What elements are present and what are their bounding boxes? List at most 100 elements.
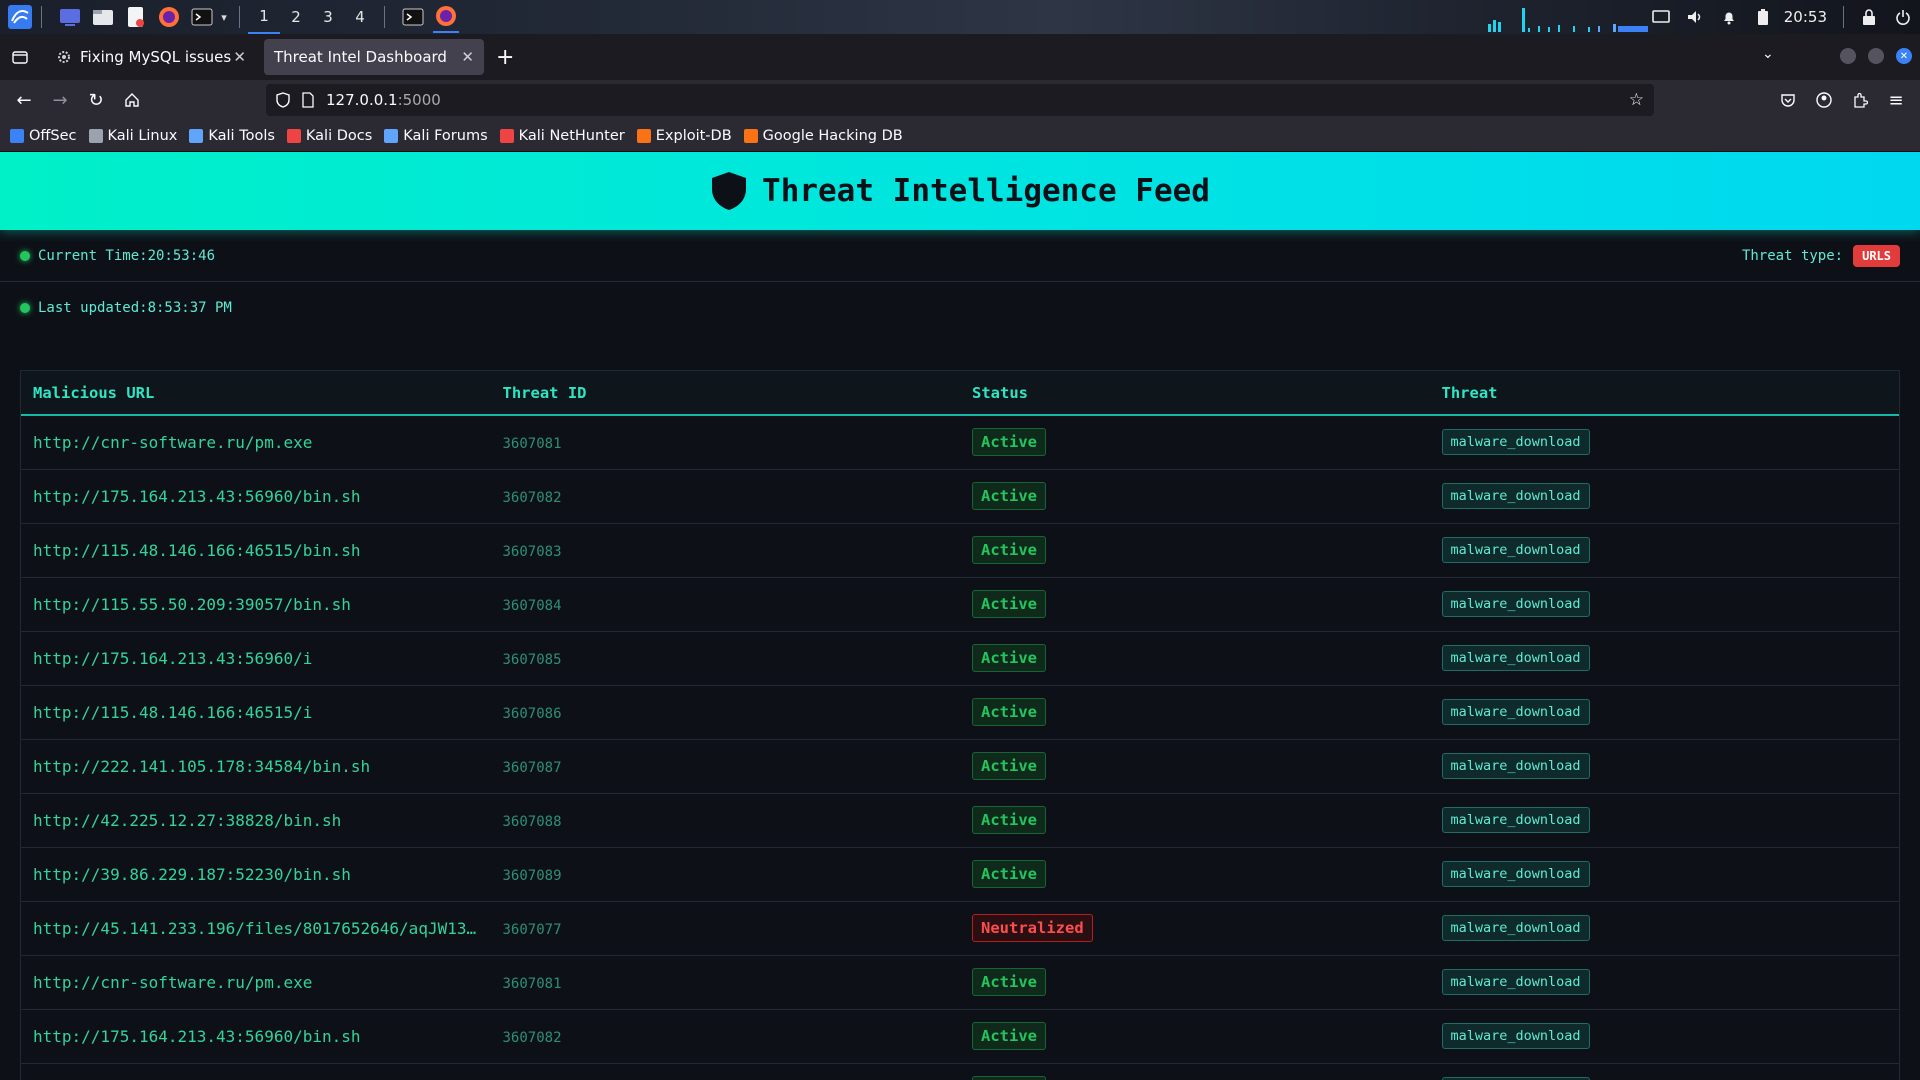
desktop-icon[interactable] [57, 4, 83, 30]
close-tab-icon[interactable]: ✕ [461, 48, 474, 66]
url-host: 127.0.0.1 [326, 91, 398, 109]
threat-id: 3607086 [502, 705, 562, 722]
pocket-icon[interactable] [1770, 84, 1806, 116]
threat-id: 3607081 [502, 975, 562, 992]
lock-icon[interactable] [1852, 0, 1886, 34]
volume-icon[interactable] [1678, 0, 1712, 34]
cpu-graph-icon [1488, 8, 1648, 32]
shield-icon[interactable] [276, 92, 290, 108]
threat-table: Malicious URL Threat ID Status Threat ht… [21, 371, 1899, 1080]
malicious-url-link[interactable]: http://175.164.213.43:56960/i [33, 649, 312, 668]
status-cell: Active [960, 415, 1430, 470]
tab-list-icon[interactable] [2, 41, 38, 73]
malicious-url-link[interactable]: http://39.86.229.187:52230/bin.sh [33, 865, 351, 884]
url-cell: http://42.225.12.27:38828/bin.sh [21, 793, 491, 848]
status-badge: Active [972, 752, 1046, 780]
threat-cell: malware_download [1429, 685, 1899, 740]
firefox-launcher-icon[interactable] [156, 4, 182, 30]
malicious-url-link[interactable]: http://115.55.50.209:39057/bin.sh [33, 595, 351, 614]
threat-type-badge[interactable]: URLS [1853, 244, 1900, 267]
back-arrow-icon[interactable]: ← [6, 84, 42, 116]
malicious-url-link[interactable]: http://115.48.146.166:46515/bin.sh [33, 541, 361, 560]
list-all-tabs-icon[interactable]: ⌄ [1762, 46, 1774, 62]
workspace-1[interactable]: 1 [248, 0, 280, 34]
threat-cell: malware_download [1429, 631, 1899, 686]
url-bar[interactable]: 127.0.0.1:5000 ☆ [266, 84, 1654, 116]
threat-type-tag: malware_download [1441, 915, 1590, 941]
malicious-url-link[interactable]: http://175.164.213.43:56960/bin.sh [33, 487, 361, 506]
terminal-window-icon[interactable] [400, 4, 426, 30]
threat-cell: malware_download [1429, 955, 1899, 1010]
chevron-down-icon[interactable]: ▾ [217, 4, 231, 30]
file-manager-icon[interactable] [90, 4, 116, 30]
text-editor-icon[interactable] [123, 4, 149, 30]
status-badge: Active [972, 536, 1046, 564]
home-icon[interactable] [114, 84, 150, 116]
status-cell: Neutralized [960, 901, 1430, 956]
table-row: http://42.225.12.27:38828/bin.sh 3607088 A… [21, 793, 1899, 848]
tab-fixing-mysql[interactable]: Fixing MySQL issues ✕ [46, 39, 256, 75]
threat-id: 3607087 [502, 759, 562, 776]
malicious-url-link[interactable]: http://cnr-software.ru/pm.exe [33, 973, 312, 992]
threat-intel-page: Threat Intelligence Feed Current Time: 20… [0, 152, 1920, 1080]
firefox-window-icon[interactable] [433, 1, 459, 33]
kali-menu-icon[interactable] [7, 4, 33, 30]
tab-threat-intel-dashboard[interactable]: Threat Intel Dashboard ✕ [264, 39, 484, 75]
extensions-icon[interactable] [1842, 84, 1878, 116]
table-row: http://cnr-software.ru/pm.exe 3607081 Acti… [21, 415, 1899, 470]
screen-icon[interactable] [1644, 0, 1678, 34]
reload-icon[interactable]: ↻ [78, 84, 114, 116]
maximize-window-button[interactable] [1868, 48, 1884, 64]
threat-id: 3607088 [502, 813, 562, 830]
bookmark-favicon-icon [10, 128, 24, 143]
bookmark-item[interactable]: Kali Forums [384, 128, 488, 144]
bookmark-item[interactable]: OffSec [10, 128, 77, 144]
account-icon[interactable] [1806, 84, 1842, 116]
threat-id-cell: 3607088 [490, 793, 960, 848]
url-cell: http://175.164.213.43:56960/bin.sh [21, 1009, 491, 1064]
last-updated-value: 8:53:37 PM [147, 300, 232, 316]
threat-cell: malware_download [1429, 415, 1899, 470]
bookmark-item[interactable]: Kali Linux [88, 128, 177, 144]
bookmark-item[interactable]: Google Hacking DB [743, 128, 903, 144]
url-cell: http://222.141.105.178:34584/bin.sh [21, 739, 491, 794]
malicious-url-link[interactable]: http://115.48.146.166:46515/i [33, 703, 312, 722]
page-info-icon[interactable] [302, 92, 314, 108]
status-badge: Active [972, 860, 1046, 888]
workspace-3[interactable]: 3 [312, 0, 344, 34]
url-cell: http://cnr-software.ru/pm.exe [21, 955, 491, 1010]
malicious-url-link[interactable]: http://cnr-software.ru/pm.exe [33, 433, 312, 452]
bookmark-item[interactable]: Kali Tools [189, 128, 275, 144]
threat-id-cell: 3607077 [490, 901, 960, 956]
hamburger-menu-icon[interactable]: ≡ [1878, 84, 1914, 116]
bookmark-favicon-icon [743, 128, 758, 143]
battery-icon[interactable] [1746, 0, 1780, 34]
notification-bell-icon[interactable] [1712, 0, 1746, 34]
taskbar-separator [41, 6, 42, 28]
workspace-2[interactable]: 2 [280, 0, 312, 34]
close-tab-icon[interactable]: ✕ [233, 48, 246, 66]
minimize-window-button[interactable] [1840, 48, 1856, 64]
threat-cell: malware_download [1429, 847, 1899, 902]
power-icon[interactable] [1886, 0, 1920, 34]
malicious-url-link[interactable]: http://222.141.105.178:34584/bin.sh [33, 757, 370, 776]
malicious-url-link[interactable]: http://42.225.12.27:38828/bin.sh [33, 811, 341, 830]
taskbar-clock[interactable]: 20:53 [1784, 8, 1827, 26]
close-window-button[interactable]: ✕ [1896, 48, 1912, 64]
new-tab-button[interactable]: + [496, 45, 514, 70]
table-row: Active malware_download [21, 1063, 1899, 1080]
workspace-4[interactable]: 4 [344, 0, 376, 34]
bookmark-item[interactable]: Kali NetHunter [499, 128, 625, 144]
threat-cell: malware_download [1429, 469, 1899, 524]
bookmark-item[interactable]: Kali Docs [286, 128, 372, 144]
bookmark-item[interactable]: Exploit-DB [636, 128, 732, 144]
malicious-url-link[interactable]: http://175.164.213.43:56960/bin.sh [33, 1027, 361, 1046]
terminal-launcher-icon[interactable] [189, 4, 215, 30]
browser-tab-bar: Fixing MySQL issues ✕ Threat Intel Dashb… [0, 34, 1920, 80]
status-cell: Active [960, 523, 1430, 578]
forward-arrow-icon[interactable]: → [42, 84, 78, 116]
column-header: Status [960, 371, 1430, 416]
malicious-url-link[interactable]: http://45.141.233.196/files/8017652646/a… [33, 919, 476, 938]
browser-nav-bar: ← → ↻ 127.0.0.1:5000 ☆ ≡ [0, 80, 1920, 120]
bookmark-star-icon[interactable]: ☆ [1629, 90, 1644, 110]
